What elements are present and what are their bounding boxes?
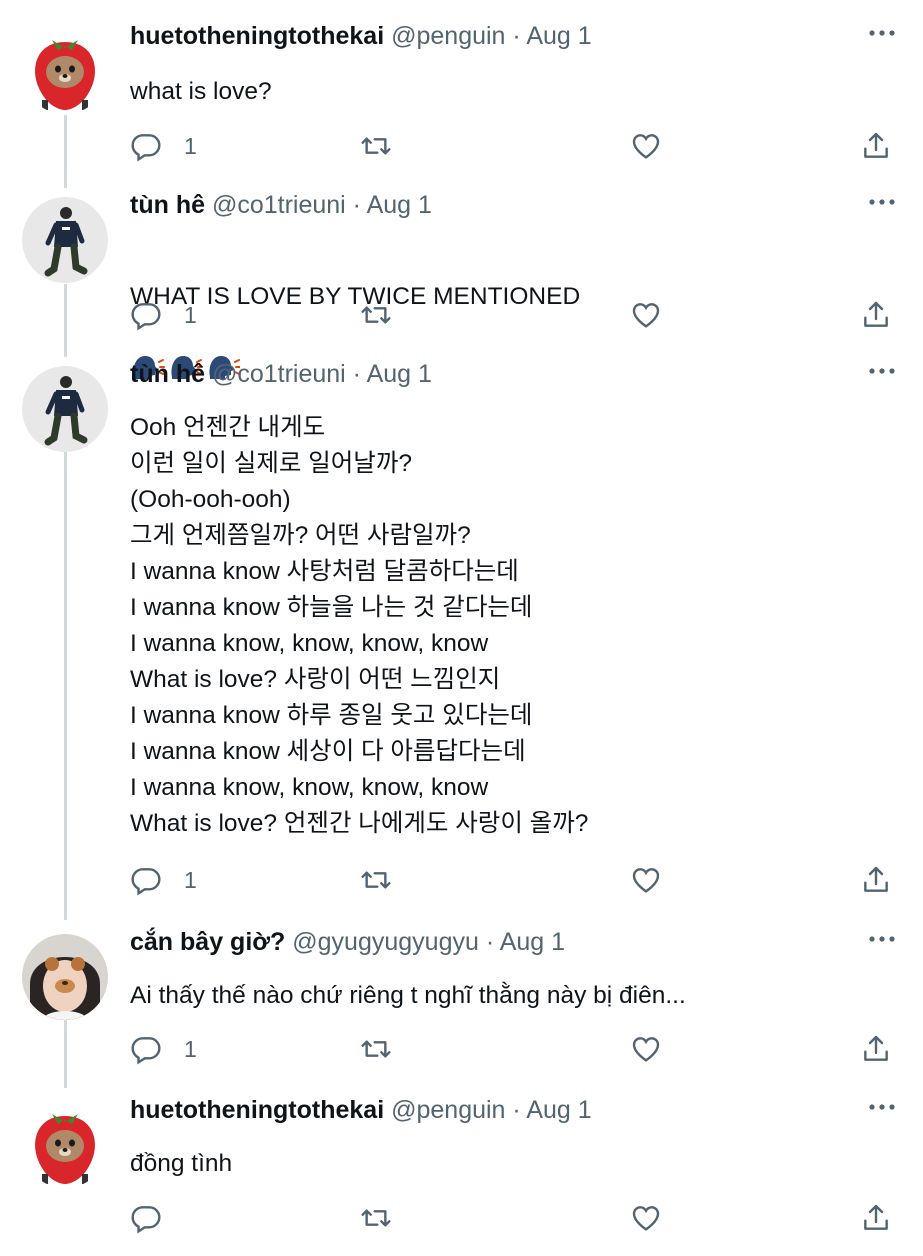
timestamp[interactable]: Aug 1 [500,928,565,956]
reply-icon [131,1206,161,1234]
strawberry-dog-avatar-icon [22,28,108,114]
retweet-icon [361,1209,391,1227]
like-button[interactable] [630,1198,662,1238]
tweet-text: đồng tình [130,1150,233,1177]
display-name[interactable]: tùn hê [130,360,205,388]
timestamp[interactable]: Aug 1 [367,360,432,388]
action-bar: 1 [130,295,900,335]
tweet-header: cắn bây giờ? @gyugyugyugyu · Aug 1 [130,926,565,958]
tweet-text: what is love? [130,78,272,105]
avatar[interactable] [22,934,108,1020]
timestamp[interactable]: Aug 1 [526,1096,591,1124]
action-bar: 1 [130,126,900,166]
avatar[interactable] [22,197,108,283]
retweet-button[interactable] [360,1198,392,1238]
more-icon[interactable] [867,924,897,954]
tweet-text: Ai thấy thế nào chứ riêng t nghĩ thằng n… [130,982,686,1009]
retweet-button[interactable] [360,860,392,900]
like-icon [632,1206,660,1231]
separator: · [345,191,367,219]
like-button[interactable] [630,860,662,900]
handle[interactable]: @co1trieuni [212,191,346,219]
more-icon[interactable] [867,356,897,386]
reply-icon [131,1037,161,1065]
retweet-icon [361,137,391,155]
reply-count: 1 [184,132,197,159]
action-bar: 1 [130,1029,900,1069]
timestamp[interactable]: Aug 1 [367,191,432,219]
reply-count: 1 [184,1035,197,1062]
strawberry-dog-avatar-icon [22,1102,108,1188]
handle[interactable]: @co1trieuni [212,360,346,388]
retweet-button[interactable] [360,1029,392,1069]
share-button[interactable] [860,126,892,166]
more-icon[interactable] [867,187,897,217]
thread-line [64,284,67,357]
reply-button[interactable]: 1 [130,295,197,335]
retweet-button[interactable] [360,295,392,335]
retweet-icon [361,1040,391,1058]
share-icon [864,866,888,892]
display-name[interactable]: huetotheningtothekai [130,1096,384,1124]
retweet-button[interactable] [360,126,392,166]
display-name[interactable]: huetotheningtothekai [130,22,384,50]
tweet-text: Ooh 언젠간 내게도 이런 일이 실제로 일어날까? (Ooh-ooh-ooh… [130,414,589,837]
reply-count: 1 [184,301,197,328]
reply-button[interactable]: 1 [130,860,197,900]
like-button[interactable] [630,126,662,166]
share-button[interactable] [860,860,892,900]
retweet-icon [361,871,391,889]
retweet-icon [361,306,391,324]
display-name[interactable]: tùn hê [130,191,205,219]
share-button[interactable] [860,295,892,335]
handle[interactable]: @gyugyugyugyu [292,928,479,956]
display-name[interactable]: cắn bây giờ? [130,928,285,956]
reply-button[interactable]: 1 [130,126,197,166]
thread-line [64,115,67,188]
bear-filter-avatar-icon [22,934,108,1020]
tweet-header: huetotheningtothekai @penguin · Aug 1 [130,20,592,52]
more-icon[interactable] [867,1092,897,1122]
reply-count: 1 [184,866,197,893]
share-icon [864,1035,888,1061]
share-icon [864,1204,888,1230]
reply-icon [131,134,161,162]
avatar[interactable] [22,1102,108,1188]
action-bar: 1 [130,860,900,900]
reply-button[interactable] [130,1198,184,1238]
timestamp[interactable]: Aug 1 [526,22,591,50]
share-icon [864,132,888,158]
separator: · [505,22,527,50]
share-icon [864,301,888,327]
like-icon [632,134,660,159]
tweet-header: tùn hê @co1trieuni · Aug 1 [130,189,432,221]
share-button[interactable] [860,1198,892,1238]
avatar[interactable] [22,366,108,452]
walking-man-avatar-icon [22,366,108,452]
separator: · [505,1096,527,1124]
like-icon [632,1037,660,1062]
like-button[interactable] [630,1029,662,1069]
more-icon[interactable] [867,18,897,48]
walking-man-avatar-icon [22,197,108,283]
tweet-header: huetotheningtothekai @penguin · Aug 1 [130,1094,592,1126]
tweet-header: tùn hê @co1trieuni · Aug 1 [130,358,432,390]
like-icon [632,303,660,328]
handle[interactable]: @penguin [391,22,505,50]
action-bar [130,1198,900,1238]
reply-icon [131,303,161,331]
separator: · [345,360,367,388]
avatar[interactable] [22,28,108,114]
reply-button[interactable]: 1 [130,1029,197,1069]
thread-line [64,1020,67,1088]
handle[interactable]: @penguin [391,1096,505,1124]
reply-icon [131,868,161,896]
like-icon [632,868,660,893]
separator: · [478,928,500,956]
share-button[interactable] [860,1029,892,1069]
like-button[interactable] [630,295,662,335]
thread-line [64,452,67,920]
